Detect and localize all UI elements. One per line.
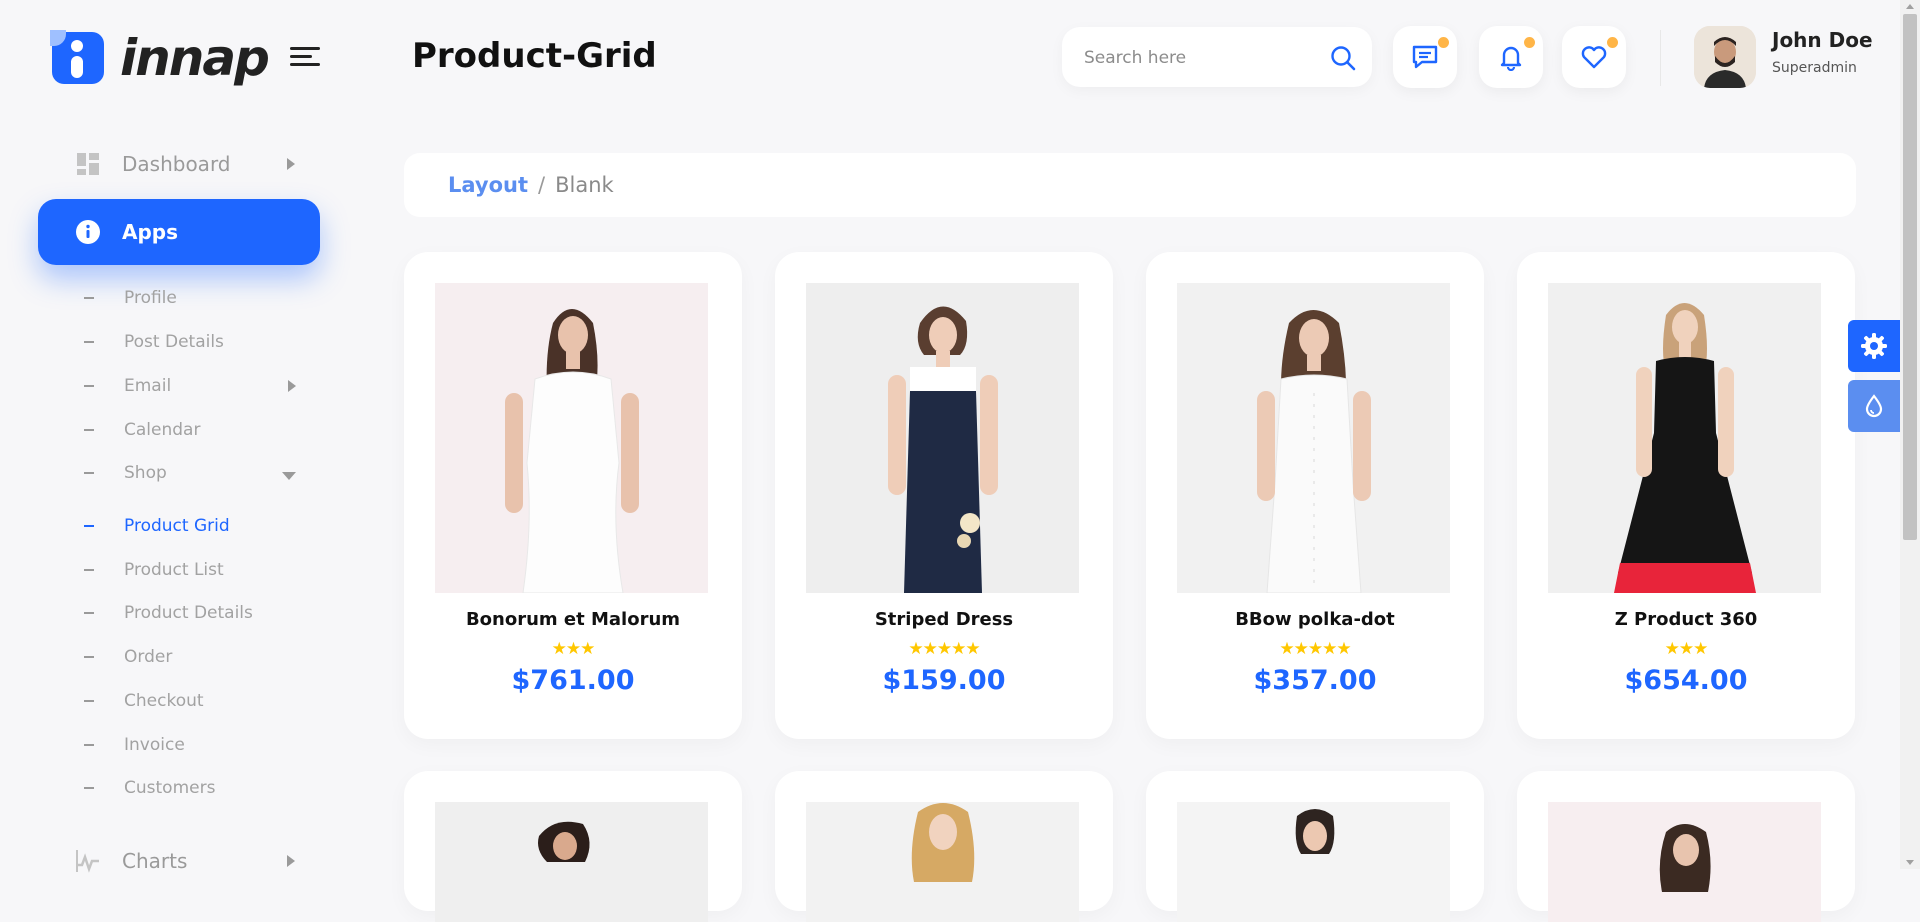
sidebar-item-dashboard[interactable]: Dashboard (38, 131, 320, 197)
gear-icon (1861, 333, 1887, 359)
sidebar-subitem-label: Product Grid (124, 516, 230, 536)
product-price: $159.00 (882, 665, 1006, 696)
breadcrumb: Layout / Blank (404, 153, 1856, 217)
notification-badge (1605, 35, 1620, 50)
droplet-icon (1865, 394, 1883, 418)
sidebar-subitem-label: Invoice (124, 735, 185, 755)
user-role: Superadmin (1772, 60, 1857, 76)
product-card[interactable] (404, 771, 742, 922)
info-icon (76, 220, 100, 244)
divider (1660, 30, 1661, 86)
sidebar-subitem-checkout[interactable]: Checkout (84, 686, 204, 716)
chevron-right-icon (287, 855, 295, 867)
notification-badge (1436, 35, 1451, 50)
notifications-button[interactable] (1479, 26, 1543, 88)
product-image[interactable] (435, 283, 708, 593)
sidebar-subitem-profile[interactable]: Profile (84, 283, 177, 313)
search-input[interactable] (1082, 43, 1316, 73)
product-name[interactable]: Striped Dress (775, 609, 1113, 630)
rating-stars: ★★★★★ (1279, 639, 1351, 659)
sidebar-subitem-product-list[interactable]: Product List (84, 555, 224, 585)
product-image[interactable] (435, 802, 708, 922)
sidebar-subitem-label: Product Details (124, 603, 253, 623)
sidebar-subitem-invoice[interactable]: Invoice (84, 730, 185, 760)
bell-icon (1500, 46, 1522, 71)
logo-icon (50, 30, 104, 84)
sidebar-subitem-email[interactable]: Email (84, 371, 171, 401)
rating-stars: ★★★★★ (908, 639, 980, 659)
chevron-right-icon (287, 158, 295, 170)
sidebar-subitem-label: Customers (124, 778, 216, 798)
page-scrollbar[interactable] (1900, 0, 1920, 869)
settings-button[interactable] (1848, 320, 1900, 372)
product-card[interactable] (1146, 771, 1484, 922)
rating-stars: ★★★ (551, 639, 596, 659)
scrollbar-thumb[interactable] (1903, 14, 1917, 540)
scroll-down-icon[interactable] (1906, 860, 1914, 865)
product-image[interactable] (806, 283, 1079, 593)
search-icon[interactable] (1330, 45, 1356, 71)
product-card[interactable] (1517, 771, 1855, 922)
product-card[interactable]: Striped Dress ★★★★★ $159.00 (775, 252, 1113, 739)
rating-stars: ★★★ (1664, 639, 1709, 659)
sidebar-subitem-label: Product List (124, 560, 224, 580)
sidebar-subitem-label: Calendar (124, 420, 201, 440)
product-image[interactable] (1548, 283, 1821, 593)
product-card[interactable]: BBow polka-dot ★★★★★ $357.00 (1146, 252, 1484, 739)
chat-icon (1412, 45, 1438, 69)
wishlist-button[interactable] (1562, 26, 1626, 88)
sidebar-item-label: Charts (122, 849, 188, 873)
sidebar-subitem-label: Post Details (124, 332, 224, 352)
breadcrumb-link-layout[interactable]: Layout (448, 173, 528, 197)
notification-badge (1522, 35, 1537, 50)
breadcrumb-current: Blank (555, 173, 614, 197)
brand-logo[interactable]: innap (50, 28, 270, 88)
sidebar-item-label: Dashboard (122, 152, 231, 176)
product-card[interactable] (775, 771, 1113, 922)
sidebar-item-charts[interactable]: Charts (38, 828, 320, 894)
product-name[interactable]: Bonorum et Malorum (404, 609, 742, 630)
messages-button[interactable] (1393, 26, 1457, 88)
chevron-right-icon[interactable] (288, 380, 296, 392)
page-title: Product-Grid (412, 36, 657, 76)
heart-icon (1581, 46, 1607, 69)
sidebar-subitem-product-grid[interactable]: Product Grid (84, 511, 230, 541)
avatar[interactable] (1694, 26, 1756, 88)
sidebar-subitem-customers[interactable]: Customers (84, 773, 215, 803)
theme-button[interactable] (1848, 380, 1900, 432)
scroll-up-icon[interactable] (1906, 4, 1914, 9)
product-card[interactable]: Bonorum et Malorum ★★★ $761.00 (404, 252, 742, 739)
search-box (1062, 27, 1372, 87)
sidebar-subitem-calendar[interactable]: Calendar (84, 415, 200, 445)
menu-toggle-icon[interactable] (290, 45, 320, 69)
product-price: $357.00 (1253, 665, 1377, 696)
sidebar-subitem-post-details[interactable]: Post Details (84, 327, 224, 357)
chevron-down-icon[interactable] (282, 472, 296, 480)
brand-name: innap (120, 29, 270, 87)
chart-icon (76, 850, 99, 873)
product-image[interactable] (806, 802, 1079, 922)
sidebar-item-apps[interactable]: Apps (38, 199, 320, 265)
sidebar-subitem-label: Profile (124, 288, 177, 308)
sidebar-subitem-label: Email (124, 376, 172, 396)
dashboard-icon (77, 153, 99, 175)
product-name[interactable]: Z Product 360 (1517, 609, 1855, 630)
user-name[interactable]: John Doe (1772, 28, 1873, 52)
product-price: $654.00 (1624, 665, 1748, 696)
sidebar-item-label: Apps (122, 220, 179, 244)
breadcrumb-separator: / (538, 173, 546, 197)
user-avatar-icon (1694, 26, 1756, 88)
sidebar-subitem-product-details[interactable]: Product Details (84, 598, 253, 628)
product-card[interactable]: Z Product 360 ★★★ $654.00 (1517, 252, 1855, 739)
sidebar-subitem-label: Checkout (124, 691, 204, 711)
product-image[interactable] (1177, 802, 1450, 922)
product-image[interactable] (1177, 283, 1450, 593)
sidebar-subitem-label: Shop (124, 463, 167, 483)
sidebar-subitem-order[interactable]: Order (84, 642, 172, 672)
product-image[interactable] (1548, 802, 1821, 922)
product-price: $761.00 (511, 665, 635, 696)
product-name[interactable]: BBow polka-dot (1146, 609, 1484, 630)
sidebar-subitem-label: Order (124, 647, 173, 667)
sidebar-subitem-shop[interactable]: Shop (84, 458, 167, 488)
